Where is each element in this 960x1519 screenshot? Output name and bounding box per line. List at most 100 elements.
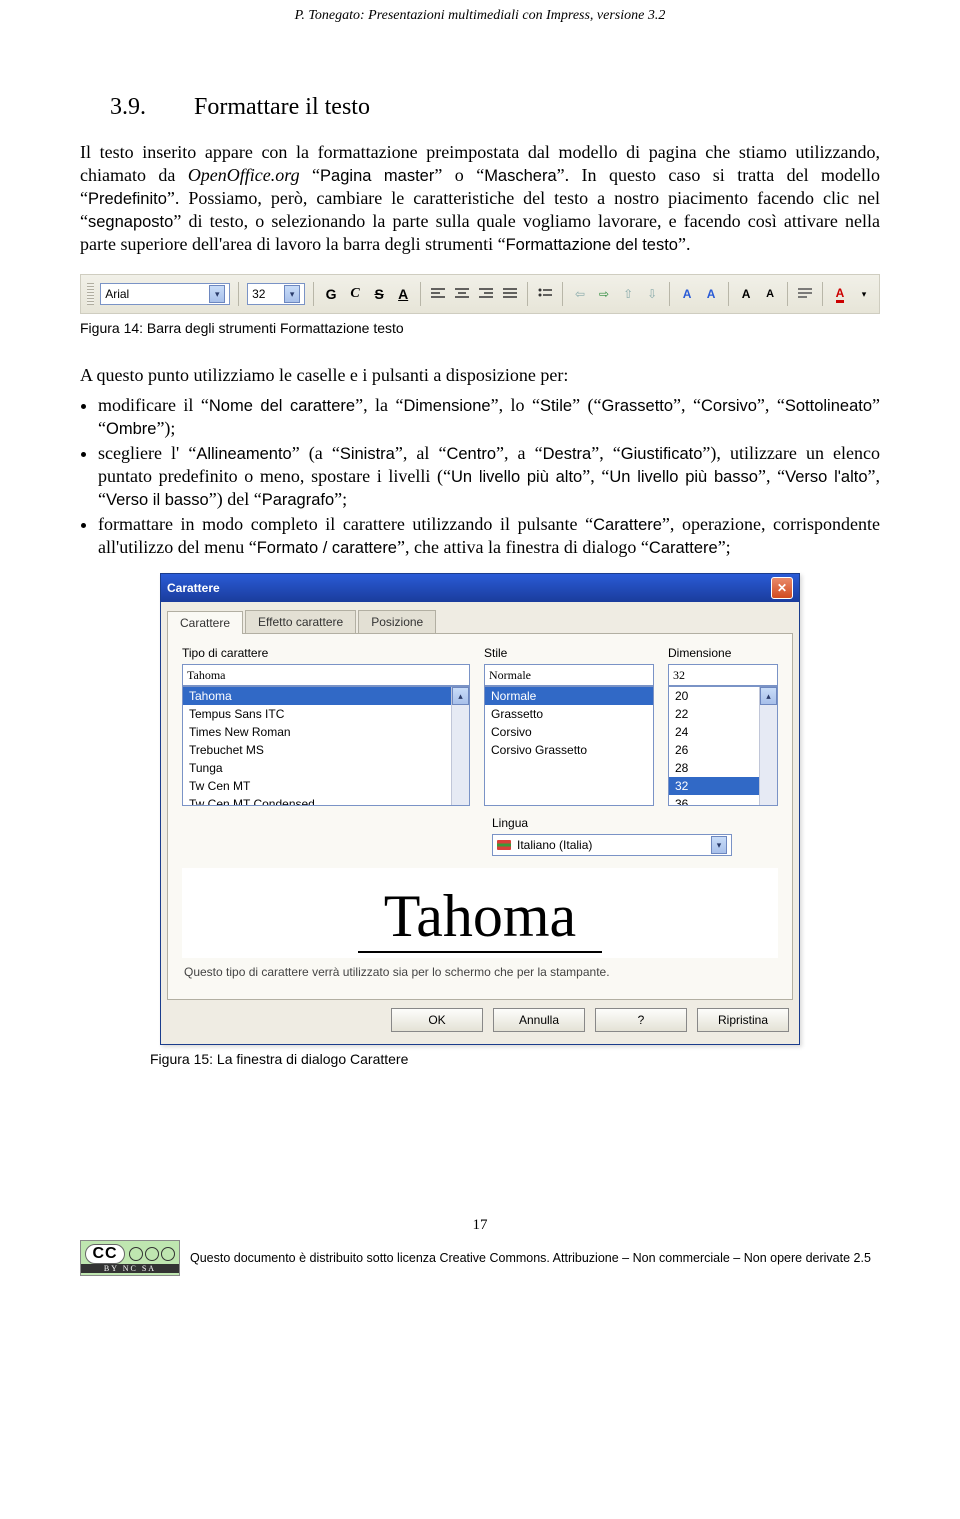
- strike-button[interactable]: S: [370, 284, 388, 304]
- grow-font-icon[interactable]: A: [737, 284, 755, 304]
- term: Predefinito: [88, 190, 167, 208]
- reset-button[interactable]: Ripristina: [697, 1008, 789, 1032]
- bullet-list: modificare il “Nome del carattere”, la “…: [80, 394, 880, 560]
- bold-button[interactable]: G: [322, 284, 340, 304]
- font-type-input[interactable]: [182, 664, 470, 686]
- align-left-icon[interactable]: [429, 284, 447, 304]
- language-combo[interactable]: Italiano (Italia) ▾: [492, 834, 732, 856]
- separator: [669, 282, 670, 306]
- text: ”, lo “: [491, 395, 540, 415]
- term: Sottolineato: [785, 397, 872, 415]
- text: ”, al “: [395, 443, 447, 463]
- ok-button[interactable]: OK: [391, 1008, 483, 1032]
- text: ”, “: [757, 395, 785, 415]
- underline-button[interactable]: A: [394, 284, 412, 304]
- font-size-combo[interactable]: 32 ▾: [247, 283, 305, 305]
- dialog-buttons: OK Annulla ? Ripristina: [161, 1000, 799, 1044]
- font-size-input[interactable]: [668, 664, 778, 686]
- language-value: Italiano (Italia): [517, 838, 592, 852]
- scrollbar[interactable]: ▴: [759, 687, 777, 805]
- move-down-icon[interactable]: ⇩: [643, 284, 661, 304]
- text: ”;: [334, 489, 347, 509]
- dialog-panel: Tipo di carattere Tahoma Tempus Sans ITC…: [167, 633, 793, 1000]
- font-color-icon[interactable]: A: [831, 284, 849, 304]
- font-size-list[interactable]: 20 22 24 26 28 32 36 ▴: [668, 686, 778, 806]
- list-item[interactable]: Tempus Sans ITC: [183, 705, 469, 723]
- tab-carattere[interactable]: Carattere: [167, 611, 243, 634]
- cc-codes: BY NC SA: [81, 1264, 179, 1273]
- term: Formato / carattere: [257, 539, 397, 557]
- close-icon[interactable]: ✕: [771, 577, 793, 599]
- promote-left-icon[interactable]: ⇦: [571, 284, 589, 304]
- list-item[interactable]: Times New Roman: [183, 723, 469, 741]
- text: ”, “: [582, 466, 609, 486]
- font-name-combo[interactable]: Arial ▾: [100, 283, 230, 305]
- font-style-input[interactable]: [484, 664, 654, 686]
- text: ”);: [156, 418, 175, 438]
- page-footer: CC BY NC SA Questo documento è distribui…: [80, 1240, 880, 1292]
- term: Sinistra: [340, 445, 395, 463]
- list-item[interactable]: Tw Cen MT: [183, 777, 469, 795]
- cc-icon: CC: [85, 1244, 124, 1264]
- term: Pagina master: [320, 167, 434, 185]
- dropdown-arrow-icon[interactable]: ▾: [284, 285, 300, 303]
- align-justify-icon[interactable]: [501, 284, 519, 304]
- italic-button[interactable]: C: [346, 284, 364, 304]
- dropdown-arrow-icon[interactable]: ▾: [209, 285, 225, 303]
- text: ”, che attiva la finestra di dialogo “: [397, 537, 649, 557]
- list-item[interactable]: Grassetto: [485, 705, 653, 723]
- text: ”, a “: [496, 443, 543, 463]
- text: formattare in modo completo il carattere…: [98, 514, 593, 534]
- toolbar-grip[interactable]: [87, 283, 94, 305]
- demote-right-icon[interactable]: ⇨: [595, 284, 613, 304]
- align-right-icon[interactable]: [477, 284, 495, 304]
- list-item: modificare il “Nome del carattere”, la “…: [98, 394, 880, 440]
- term: Stile: [540, 397, 572, 415]
- dialog-titlebar[interactable]: Carattere ✕: [161, 574, 799, 602]
- language-label: Lingua: [492, 816, 778, 830]
- font-size-value: 32: [252, 287, 280, 301]
- text: ”, “: [758, 466, 785, 486]
- dropdown-arrow-icon[interactable]: ▾: [855, 284, 873, 304]
- term: Formattazione del testo: [506, 236, 678, 254]
- list-item[interactable]: Tw Cen MT Condensed: [183, 795, 469, 806]
- font-type-list[interactable]: Tahoma Tempus Sans ITC Times New Roman T…: [182, 686, 470, 806]
- tab-posizione[interactable]: Posizione: [358, 610, 436, 633]
- term: Carattere: [593, 516, 662, 534]
- font-size-column: Dimensione 20 22 24 26 28 32 36 ▴: [668, 646, 778, 806]
- term: Corsivo: [701, 397, 757, 415]
- move-up-icon[interactable]: ⇧: [619, 284, 637, 304]
- separator: [527, 282, 528, 306]
- list-item: formattare in modo completo il carattere…: [98, 513, 880, 559]
- section-heading: 3.9. Formattare il testo: [110, 94, 880, 121]
- list-item[interactable]: Tunga: [183, 759, 469, 777]
- figure-14-caption: Figura 14: Barra degli strumenti Formatt…: [80, 320, 880, 336]
- scrollbar[interactable]: ▴: [451, 687, 469, 805]
- list-item[interactable]: Corsivo: [485, 723, 653, 741]
- bullet-list-icon[interactable]: [536, 284, 554, 304]
- separator: [822, 282, 823, 306]
- page-header: P. Tonegato: Presentazioni multimediali …: [80, 0, 880, 24]
- font-style-label: Stile: [484, 646, 654, 660]
- help-button[interactable]: ?: [595, 1008, 687, 1032]
- shrink-font-icon[interactable]: A: [761, 284, 779, 304]
- list-item[interactable]: Normale: [485, 687, 653, 705]
- font-style-list[interactable]: Normale Grassetto Corsivo Corsivo Grasse…: [484, 686, 654, 806]
- character-icon-alt[interactable]: A: [702, 284, 720, 304]
- separator: [787, 282, 788, 306]
- list-item[interactable]: Tahoma: [183, 687, 469, 705]
- list-item[interactable]: Trebuchet MS: [183, 741, 469, 759]
- dropdown-arrow-icon[interactable]: ▾: [711, 836, 727, 854]
- align-center-icon[interactable]: [453, 284, 471, 304]
- list-item[interactable]: Corsivo Grassetto: [485, 741, 653, 759]
- cancel-button[interactable]: Annulla: [493, 1008, 585, 1032]
- tab-effetto[interactable]: Effetto carattere: [245, 610, 356, 633]
- text: ” di testo, o selezionando la parte sull…: [80, 211, 880, 254]
- character-icon[interactable]: A: [678, 284, 696, 304]
- term: Grassetto: [602, 397, 674, 415]
- paragraph-icon[interactable]: [796, 284, 814, 304]
- separator: [238, 282, 239, 306]
- term: Un livello più basso: [609, 468, 758, 486]
- term: Un livello più alto: [451, 468, 582, 486]
- term: Dimensione: [403, 397, 490, 415]
